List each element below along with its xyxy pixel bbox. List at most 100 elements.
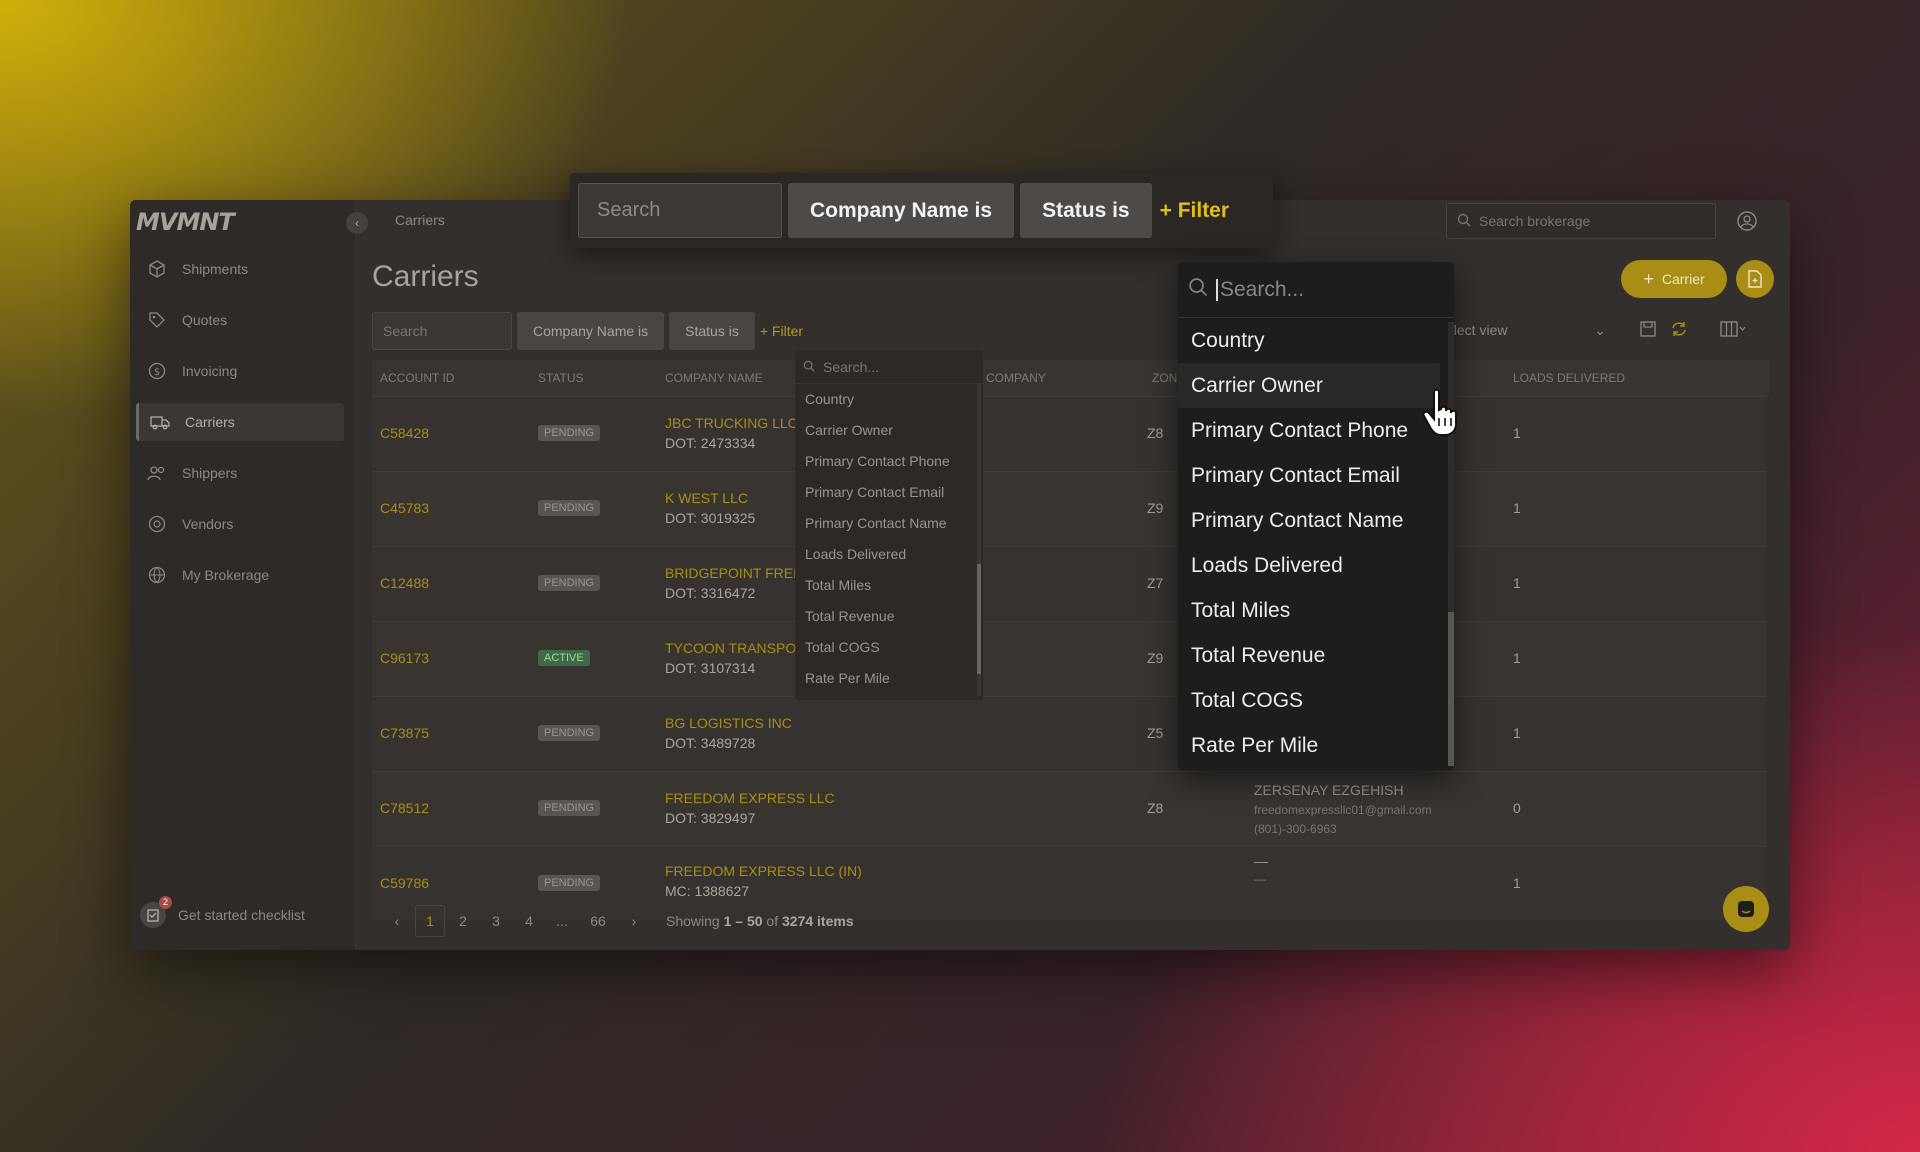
table-row[interactable]: C73875 PENDING BG LOGISTICS INC DOT: 348…	[372, 696, 1766, 771]
dropdown-option-primary-contact-phone[interactable]: Primary Contact Phone	[795, 446, 983, 477]
account-id-link[interactable]: C73875	[380, 725, 429, 741]
breadcrumb[interactable]: Carriers	[395, 212, 445, 228]
dropdown-option-total-miles[interactable]: Total Miles	[795, 570, 983, 601]
dropdown-option-loads-delivered[interactable]: Loads Delivered	[1178, 543, 1440, 588]
page-button[interactable]: 4	[514, 905, 544, 937]
zoomed-filter-dropdown: Search... Country Carrier Owner Primary …	[1178, 262, 1454, 770]
company-name-link[interactable]: FREEDOM EXPRESS LLC (IN)	[665, 863, 862, 879]
zoomed-dropdown-placeholder: Search...	[1220, 277, 1305, 301]
account-id-link[interactable]: C59786	[380, 875, 429, 891]
dropdown-option-primary-contact-phone[interactable]: Primary Contact Phone	[1178, 408, 1440, 453]
dropdown-option-total-revenue[interactable]: Total Revenue	[1178, 633, 1440, 678]
add-carrier-button[interactable]: + Carrier	[1621, 260, 1727, 298]
users-icon	[146, 464, 168, 482]
export-document-button[interactable]	[1736, 260, 1774, 298]
table-row[interactable]: C58428 PENDING JBC TRUCKING LLC DOT: 247…	[372, 396, 1766, 471]
dropdown-option-total-cogs[interactable]: Total COGS	[795, 632, 983, 663]
column-header-loads-delivered[interactable]: LOADS DELIVERED	[1513, 360, 1625, 396]
collapse-sidebar-button[interactable]: ‹	[346, 212, 368, 234]
table-row[interactable]: C96173 ACTIVE TYCOON TRANSPO DOT: 310731…	[372, 621, 1766, 696]
column-header-company[interactable]: COMPANY	[986, 360, 1046, 396]
search-placeholder: Search brokerage	[1479, 213, 1591, 229]
save-view-icon[interactable]	[1639, 320, 1659, 340]
zoomed-dropdown-search-input[interactable]: Search...	[1178, 262, 1454, 318]
dropdown-option-carrier-owner[interactable]: Carrier Owner	[795, 415, 983, 446]
status-filter-chip[interactable]: Status is	[669, 312, 755, 350]
chat-icon	[1738, 901, 1754, 917]
company-name-link[interactable]: TYCOON TRANSPO	[665, 640, 796, 656]
logo: MVMNT	[136, 208, 235, 236]
sidebar-item-invoicing[interactable]: $ Invoicing	[136, 352, 344, 390]
dropdown-scrollbar[interactable]	[977, 384, 981, 696]
dropdown-option-primary-contact-email[interactable]: Primary Contact Email	[1178, 453, 1440, 498]
company-name-filter-chip[interactable]: Company Name is	[517, 312, 665, 350]
dropdown-option-total-revenue[interactable]: Total Revenue	[795, 601, 983, 632]
page-button[interactable]: 3	[481, 905, 511, 937]
loads-delivered-value: 1	[1513, 500, 1521, 516]
sidebar-item-carriers[interactable]: Carriers	[136, 403, 344, 441]
status-badge: PENDING	[538, 500, 601, 516]
notification-badge: 2	[159, 896, 172, 909]
dropdown-option-total-cogs[interactable]: Total COGS	[1178, 678, 1440, 723]
account-id-link[interactable]: C78512	[380, 800, 429, 816]
mc-number: MC: 1388627	[665, 883, 750, 899]
page-button[interactable]: 1	[415, 905, 445, 937]
dropdown-option-loads-delivered[interactable]: Loads Delivered	[795, 539, 983, 570]
showing-range: 1 – 50	[723, 913, 763, 929]
columns-icon[interactable]	[1720, 320, 1746, 340]
add-filter-button[interactable]: + Filter	[760, 323, 803, 339]
column-header-zone[interactable]: ZON	[1152, 360, 1177, 396]
zone-value: Z5	[1147, 725, 1164, 741]
company-name-link[interactable]: FREEDOM EXPRESS LLC	[665, 790, 835, 806]
status-badge: PENDING	[538, 800, 601, 816]
dropdown-option-rate-per-mile[interactable]: Rate Per Mile	[795, 663, 983, 694]
sidebar-item-quotes[interactable]: Quotes	[136, 301, 344, 339]
status-badge: ACTIVE	[538, 650, 590, 666]
text-caret	[1216, 278, 1218, 301]
company-name-link[interactable]: JBC TRUCKING LLC	[665, 415, 798, 431]
account-id-link[interactable]: C58428	[380, 425, 429, 441]
account-id-link[interactable]: C45783	[380, 500, 429, 516]
table-row[interactable]: C78512 PENDING FREEDOM EXPRESS LLC DOT: …	[372, 771, 1766, 846]
dropdown-option-country[interactable]: Country	[1178, 318, 1440, 363]
sidebar-item-vendors[interactable]: Vendors	[136, 505, 344, 543]
select-view-dropdown[interactable]: elect view ⌄	[1446, 312, 1616, 348]
table-row[interactable]: C45783 PENDING K WEST LLC DOT: 3019325 Z…	[372, 471, 1766, 546]
page-button[interactable]: 66	[580, 905, 616, 937]
company-name-link[interactable]: BRIDGEPOINT FREI	[665, 565, 797, 581]
zoomed-status-chip[interactable]: Status is	[1020, 183, 1152, 238]
zoomed-add-filter-button[interactable]: + Filter	[1160, 199, 1229, 223]
sidebar-item-shipments[interactable]: Shipments	[136, 250, 344, 288]
column-header-company-name[interactable]: COMPANY NAME	[665, 360, 763, 396]
filter-search-input[interactable]: Search	[372, 312, 512, 350]
dropdown-option-primary-contact-email[interactable]: Primary Contact Email	[795, 477, 983, 508]
sidebar-item-my-brokerage[interactable]: My Brokerage	[136, 556, 344, 594]
dropdown-search-input[interactable]: Search...	[795, 350, 983, 384]
account-id-link[interactable]: C12488	[380, 575, 429, 591]
zoomed-filter-bar: Search Company Name is Status is + Filte…	[570, 173, 1273, 248]
page-button[interactable]: 2	[448, 905, 478, 937]
dropdown-option-primary-contact-name[interactable]: Primary Contact Name	[1178, 498, 1440, 543]
chat-support-button[interactable]	[1723, 886, 1769, 932]
prev-page-button[interactable]: ‹	[382, 905, 412, 937]
company-name-link[interactable]: BG LOGISTICS INC	[665, 715, 792, 731]
dropdown-option-total-miles[interactable]: Total Miles	[1178, 588, 1440, 633]
column-header-status[interactable]: STATUS	[538, 360, 584, 396]
dropdown-option-country[interactable]: Country	[795, 384, 983, 415]
next-page-button[interactable]: ›	[619, 905, 649, 937]
refresh-icon[interactable]	[1670, 320, 1690, 340]
sidebar-item-shippers[interactable]: Shippers	[136, 454, 344, 492]
user-profile-icon[interactable]	[1736, 210, 1758, 232]
zoomed-search-input[interactable]: Search	[578, 183, 782, 238]
column-header-account-id[interactable]: ACCOUNT ID	[380, 360, 454, 396]
dropdown-option-primary-contact-name[interactable]: Primary Contact Name	[795, 508, 983, 539]
contact-email[interactable]: freedomexpressllc01@gmail.com	[1254, 803, 1432, 817]
table-row[interactable]: C12488 PENDING BRIDGEPOINT FREI DOT: 331…	[372, 546, 1766, 621]
zoomed-company-name-chip[interactable]: Company Name is	[788, 183, 1015, 238]
dropdown-option-carrier-owner[interactable]: Carrier Owner	[1178, 363, 1440, 408]
account-id-link[interactable]: C96173	[380, 650, 429, 666]
get-started-checklist[interactable]: 2 Get started checklist	[140, 896, 305, 928]
company-name-link[interactable]: K WEST LLC	[665, 490, 748, 506]
dropdown-option-rate-per-mile[interactable]: Rate Per Mile	[1178, 723, 1440, 768]
brokerage-search-input[interactable]: Search brokerage	[1446, 203, 1716, 239]
